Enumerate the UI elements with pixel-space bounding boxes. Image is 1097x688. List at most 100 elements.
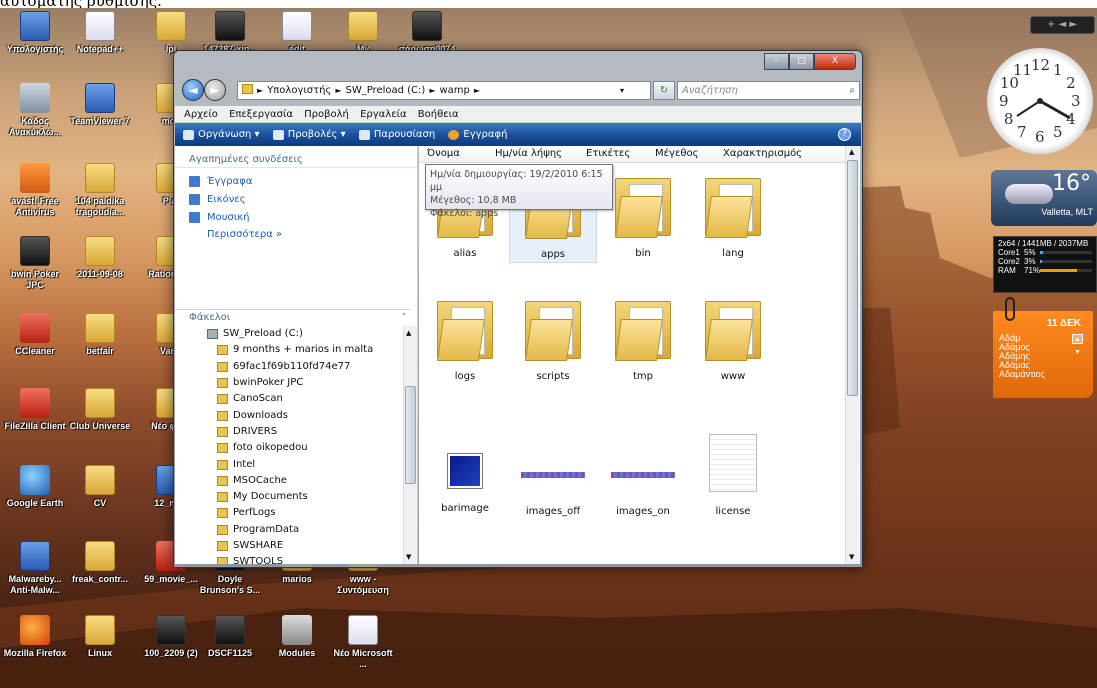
desktop-icon[interactable]: Linux bbox=[67, 612, 133, 676]
scroll-up-icon[interactable]: ▲ bbox=[1072, 334, 1083, 344]
burn-button[interactable]: Εγγραφή bbox=[448, 123, 507, 146]
back-button[interactable]: ◄ bbox=[182, 79, 204, 101]
search-icon[interactable]: ⌕ bbox=[849, 82, 855, 99]
breadcrumb-drive[interactable]: SW_Preload (C:) bbox=[345, 85, 425, 96]
tree-item[interactable]: 9 months + marios in malta bbox=[175, 342, 403, 358]
file-item[interactable]: images_off bbox=[509, 414, 597, 517]
tree-item[interactable]: SW_Preload (C:) bbox=[175, 326, 403, 342]
file-item[interactable]: lang bbox=[689, 168, 777, 263]
tree-item[interactable]: foto oikopedou bbox=[175, 440, 403, 456]
more-link[interactable]: Περισσότερα » bbox=[175, 226, 417, 244]
explorer-window[interactable]: – □ X ◄ ► ► Υπολογιστής ► SW_Preload (C:) ► w… bbox=[173, 50, 863, 568]
slideshow-button[interactable]: Παρουσίαση bbox=[358, 123, 435, 146]
tree-item-label: CanoScan bbox=[233, 393, 283, 405]
scroll-down-icon[interactable]: ▼ bbox=[849, 553, 854, 561]
breadcrumb-computer[interactable]: Υπολογιστής bbox=[267, 85, 331, 96]
menu-help[interactable]: Βοήθεια bbox=[418, 109, 459, 120]
desktop-icon[interactable]: betfair bbox=[67, 310, 133, 374]
desktop-icon[interactable]: avast! Free Antivirus bbox=[2, 160, 68, 224]
tree-item[interactable]: PerfLogs bbox=[175, 505, 403, 521]
scroll-up-icon[interactable]: ▲ bbox=[849, 148, 854, 156]
desktop-icon[interactable]: 2011-09-08 bbox=[67, 233, 133, 297]
close-button[interactable]: X bbox=[814, 53, 856, 70]
desktop-icon[interactable]: freak_contr... bbox=[67, 538, 133, 602]
desktop-icon[interactable]: CCleaner bbox=[2, 310, 68, 374]
file-item[interactable]: barimage bbox=[421, 414, 509, 514]
menu-edit[interactable]: Επεξεργασία bbox=[229, 109, 293, 120]
scroll-down-icon[interactable]: ▼ bbox=[406, 553, 411, 561]
desktop-icon[interactable]: TeamViewer 7 bbox=[67, 80, 133, 144]
desktop-icon[interactable]: Νέο Microsoft ... bbox=[330, 612, 396, 676]
desktop-icon[interactable]: 104 paidika tragoudia... bbox=[67, 160, 133, 224]
tree-item[interactable]: bwinPoker JPC bbox=[175, 375, 403, 391]
help-icon[interactable]: ? bbox=[838, 128, 851, 141]
forward-button[interactable]: ► bbox=[204, 79, 226, 101]
tree-item[interactable]: DRIVERS bbox=[175, 424, 403, 440]
tree-item[interactable]: MSOCache bbox=[175, 473, 403, 489]
address-dropdown-icon[interactable]: ▾ bbox=[620, 82, 624, 99]
file-item[interactable]: images_on bbox=[599, 414, 687, 517]
maximize-button[interactable]: □ bbox=[789, 53, 814, 70]
favorite-music[interactable]: Μουσική bbox=[175, 208, 417, 226]
scroll-up-icon[interactable]: ▲ bbox=[406, 329, 411, 337]
desktop-icon[interactable]: Club Universe bbox=[67, 385, 133, 449]
file-item[interactable]: tmp bbox=[599, 291, 687, 386]
scroll-thumb[interactable] bbox=[405, 386, 416, 484]
column-date[interactable]: Ημ/νία λήψης bbox=[495, 148, 562, 159]
sidebar-controls[interactable]: + ◄ ► bbox=[1030, 16, 1095, 34]
organize-button[interactable]: Οργάνωση ▾ bbox=[183, 123, 260, 146]
desktop-icon[interactable]: Mozilla Firefox bbox=[2, 612, 68, 676]
file-item[interactable]: www bbox=[689, 291, 777, 386]
scroll-thumb[interactable] bbox=[847, 160, 858, 396]
search-input[interactable]: Αναζήτηση ⌕ bbox=[677, 81, 860, 100]
weather-gadget[interactable]: 16° Valletta, MLT bbox=[991, 170, 1097, 226]
column-name[interactable]: Όνομα bbox=[427, 148, 460, 159]
tree-item[interactable]: Downloads bbox=[175, 407, 403, 423]
file-item[interactable]: scripts bbox=[509, 291, 597, 386]
menu-view[interactable]: Προβολή bbox=[304, 109, 349, 120]
tree-scrollbar[interactable]: ▲ ▼ bbox=[403, 326, 417, 564]
chevron-down-icon[interactable]: ˅ bbox=[402, 310, 407, 326]
file-item[interactable]: license bbox=[689, 414, 777, 517]
desktop-icon[interactable]: bwin Poker JPC bbox=[2, 233, 68, 297]
desktop-icon[interactable]: Modules bbox=[264, 612, 330, 676]
desktop-icon[interactable]: DSCF1125 bbox=[197, 612, 263, 676]
refresh-button[interactable]: ↻ bbox=[653, 81, 675, 100]
column-tags[interactable]: Ετικέτες bbox=[586, 148, 630, 159]
desktop-icon[interactable]: 100_2209 (2) bbox=[138, 612, 204, 676]
tree-item[interactable]: ProgramData bbox=[175, 522, 403, 538]
desktop-icon[interactable]: Notepad++ bbox=[67, 8, 133, 72]
tree-item[interactable]: My Documents bbox=[175, 489, 403, 505]
tree-item[interactable]: SWTOOLS bbox=[175, 554, 403, 564]
scroll-down-icon[interactable]: ▼ bbox=[1072, 348, 1083, 358]
clock-gadget[interactable]: 12 1 2 3 4 5 6 7 8 9 10 11 bbox=[987, 48, 1093, 154]
file-item[interactable]: logs bbox=[421, 291, 509, 386]
address-row: ◄ ► ► Υπολογιστής ► SW_Preload (C:) ► wamp ► ▾… bbox=[182, 79, 860, 101]
views-button[interactable]: Προβολές ▾ bbox=[272, 123, 346, 146]
breadcrumb-wamp[interactable]: wamp bbox=[439, 85, 469, 96]
tree-item[interactable]: SWSHARE bbox=[175, 538, 403, 554]
desktop-icon[interactable]: CV bbox=[67, 462, 133, 526]
desktop-icon[interactable]: Google Earth bbox=[2, 462, 68, 526]
column-size[interactable]: Μέγεθος bbox=[655, 148, 698, 159]
menu-file[interactable]: Αρχείο bbox=[184, 109, 218, 120]
desktop-icon[interactable]: Malwareby... Anti-Malw... bbox=[2, 538, 68, 602]
address-bar[interactable]: ► Υπολογιστής ► SW_Preload (C:) ► wamp ► ▾ bbox=[237, 81, 651, 100]
desktop-icon[interactable]: FileZilla Client bbox=[2, 385, 68, 449]
desktop-icon[interactable]: Κάδος Ανακύκλω... bbox=[2, 80, 68, 144]
folder-icon bbox=[615, 295, 671, 365]
desktop-icon-label: Κάδος Ανακύκλω... bbox=[9, 116, 61, 137]
folders-header[interactable]: Φάκελοι ˅ bbox=[175, 309, 410, 325]
desktop-icon[interactable]: Υπολογιστής bbox=[2, 8, 68, 72]
content-scrollbar[interactable]: ▲ ▼ bbox=[845, 146, 859, 564]
nameday-gadget[interactable]: 11 ΔΕΚ Αδάμ Αδάμος Αδάμης Αδάμας Αδαμάντιος … bbox=[993, 297, 1093, 398]
minimize-button[interactable]: – bbox=[764, 53, 789, 70]
tree-item[interactable]: CanoScan bbox=[175, 391, 403, 407]
column-rating[interactable]: Χαρακτηρισμός bbox=[723, 148, 802, 159]
tree-item[interactable]: Intel bbox=[175, 456, 403, 472]
cpu-meter-gadget[interactable]: 2x64 / 1441MB / 2037MB Core1 5% Core2 3% RAM… bbox=[993, 236, 1097, 293]
menu-tools[interactable]: Εργαλεία bbox=[360, 109, 406, 120]
tree-item[interactable]: 69fac1f69b110fd74e77 bbox=[175, 359, 403, 375]
favorite-documents[interactable]: Έγγραφα bbox=[175, 172, 417, 190]
favorite-pictures[interactable]: Εικόνες bbox=[175, 190, 417, 208]
